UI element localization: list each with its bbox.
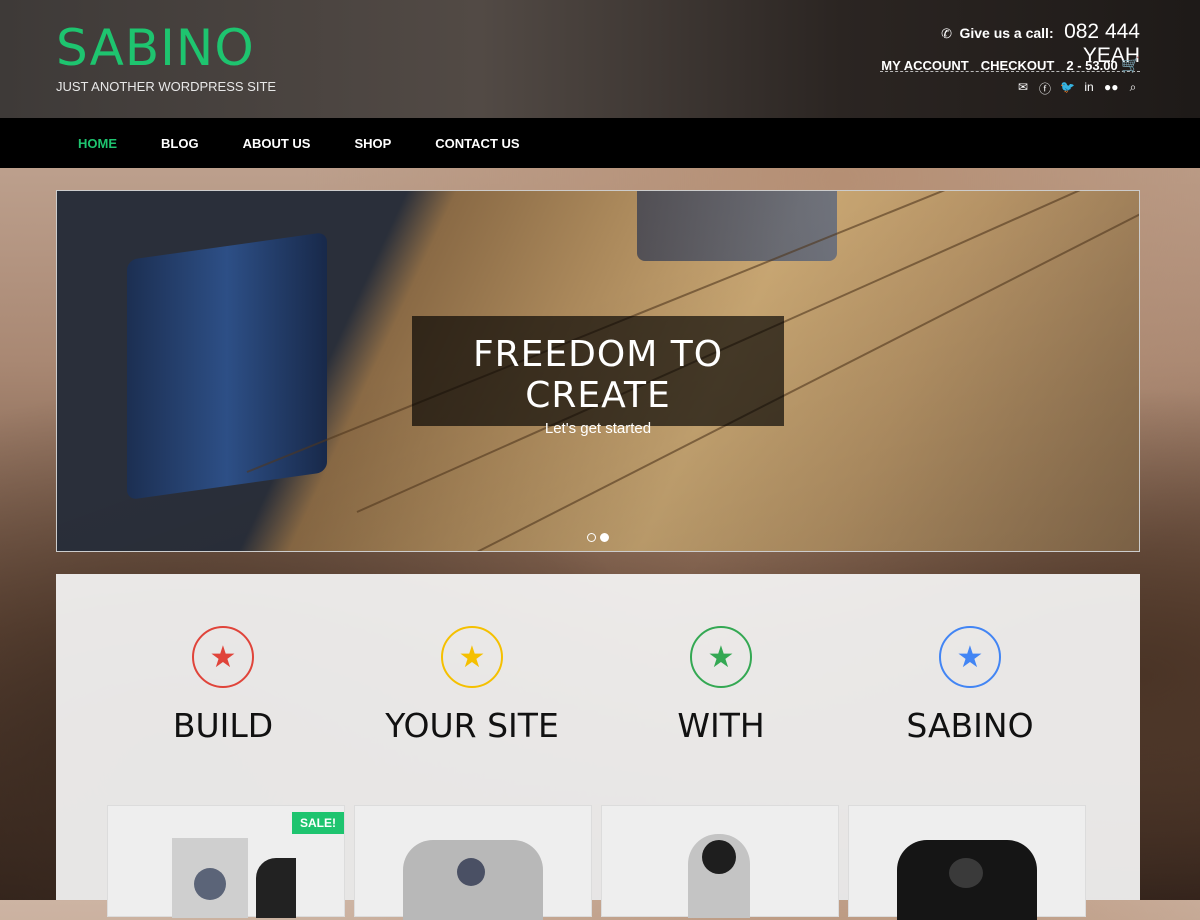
slider-pagination (587, 533, 609, 542)
my-account-link[interactable]: MY ACCOUNT (881, 58, 968, 73)
site-title[interactable]: SABINO (56, 20, 255, 76)
cart-summary-text: 2 - 53.00 (1066, 58, 1118, 73)
call-label: Give us a call: (959, 25, 1054, 41)
slider-title: FREEDOM TO CREATE (472, 334, 724, 416)
flickr-icon[interactable]: ●● (1104, 80, 1119, 97)
product-card[interactable] (354, 805, 592, 920)
nav-item-home[interactable]: HOME (56, 136, 139, 151)
slider-caption: FREEDOM TO CREATE Let's get started (412, 316, 784, 437)
product-card[interactable]: SALE! (107, 805, 345, 918)
star-icon: ★ (441, 626, 503, 688)
star-icon: ★ (939, 626, 1001, 688)
cart-icon: 🛒 (1121, 57, 1140, 74)
slider-dot-2[interactable] (600, 533, 609, 542)
site-tagline: JUST ANOTHER WORDPRESS SITE (56, 79, 277, 94)
facebook-icon[interactable]: ⓕ (1038, 80, 1052, 97)
product-card[interactable] (848, 805, 1086, 920)
account-links: MY ACCOUNT CHECKOUT 2 - 53.00 🛒 (881, 56, 1140, 74)
hero-slider[interactable]: FREEDOM TO CREATE Let's get started (56, 190, 1140, 552)
product-card[interactable] (601, 805, 839, 918)
star-icon: ★ (192, 626, 254, 688)
social-links: ✉ ⓕ 🐦 in ●● ⌕ (1016, 80, 1140, 97)
tshirt-print (949, 858, 983, 888)
cart-summary[interactable]: 2 - 53.00 🛒 (1066, 56, 1140, 74)
slider-dot-1[interactable] (587, 533, 596, 542)
envelope-icon[interactable]: ✉ (1016, 80, 1030, 97)
feature-label: YOUR SITE (385, 706, 559, 745)
search-icon[interactable]: ⌕ (1126, 80, 1140, 97)
slide-image-chair-back (637, 191, 837, 261)
feature-label: WITH (677, 706, 765, 745)
star-icon: ★ (690, 626, 752, 688)
nav-item-contact-us[interactable]: CONTACT US (413, 136, 541, 151)
main-nav: HOME BLOG ABOUT US SHOP CONTACT US (0, 118, 1200, 168)
phone-icon: ✆ (941, 26, 952, 41)
slide-image-chair (127, 231, 327, 501)
nav-item-blog[interactable]: BLOG (139, 136, 221, 151)
ninja-print (457, 858, 485, 886)
feature-item: ★ SABINO (860, 626, 1080, 745)
ninja-head (194, 868, 226, 900)
slider-subtitle: Let's get started (544, 420, 652, 437)
nav-item-about-us[interactable]: ABOUT US (221, 136, 333, 151)
features-section: ★ BUILD ★ YOUR SITE ★ WITH ★ SABINO SALE… (56, 574, 1140, 920)
feature-item: ★ WITH (611, 626, 831, 745)
hood-opening (702, 840, 736, 874)
person-arm (256, 858, 296, 918)
linkedin-icon[interactable]: in (1082, 80, 1096, 97)
checkout-link[interactable]: CHECKOUT (981, 58, 1055, 73)
twitter-icon[interactable]: 🐦 (1060, 80, 1075, 97)
nav-item-shop[interactable]: SHOP (332, 136, 413, 151)
site-header: SABINO JUST ANOTHER WORDPRESS SITE ✆ Giv… (0, 0, 1200, 118)
feature-item: ★ BUILD (113, 626, 333, 745)
sale-badge: SALE! (292, 812, 344, 834)
feature-label: SABINO (906, 706, 1034, 745)
feature-item: ★ YOUR SITE (362, 626, 582, 745)
feature-label: BUILD (172, 706, 274, 745)
